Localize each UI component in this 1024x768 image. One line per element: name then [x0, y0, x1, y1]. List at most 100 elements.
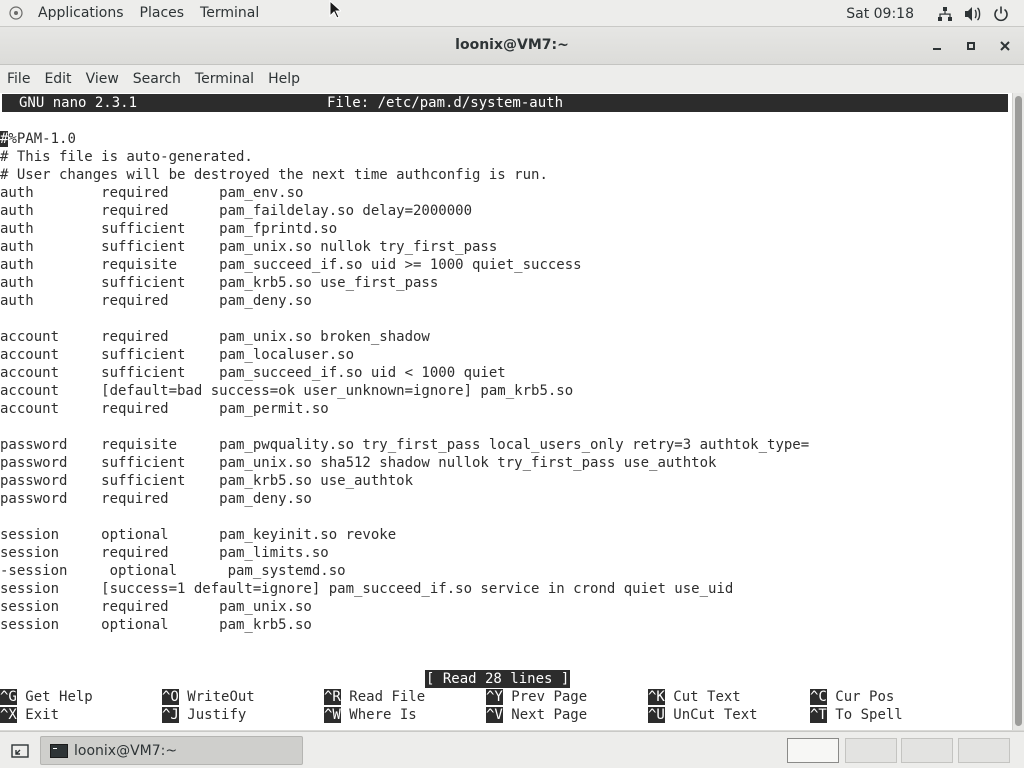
- file-line[interactable]: password sufficient pam_krb5.so use_auth…: [0, 472, 413, 490]
- shortcut-key: ^V: [486, 707, 503, 723]
- file-line[interactable]: account required pam_permit.so: [0, 400, 329, 418]
- shortcut-label: Get Help: [25, 689, 93, 705]
- workspace-3[interactable]: [901, 738, 953, 763]
- shortcut-key: ^O: [162, 689, 179, 705]
- window-titlebar[interactable]: loonix@VM7:~: [0, 27, 1024, 65]
- shortcut-key: ^Y: [486, 689, 503, 705]
- file-line[interactable]: -session optional pam_systemd.so: [0, 562, 346, 580]
- file-line[interactable]: session optional pam_krb5.so: [0, 616, 312, 634]
- file-line[interactable]: auth sufficient pam_krb5.so use_first_pa…: [0, 274, 438, 292]
- shortcut-label: WriteOut: [187, 689, 255, 705]
- shortcut-key: ^J: [162, 707, 179, 723]
- shortcut-item: ^R Read File: [324, 688, 425, 706]
- shortcut-item: ^X Exit: [0, 706, 59, 724]
- terminal-menu[interactable]: Terminal: [192, 5, 267, 21]
- file-line[interactable]: session required pam_limits.so: [0, 544, 329, 562]
- show-desktop-icon[interactable]: [6, 737, 34, 765]
- power-icon[interactable]: [992, 5, 1010, 23]
- status-message: [ Read 28 lines ]: [425, 670, 571, 688]
- menu-file[interactable]: File: [0, 71, 37, 87]
- close-button[interactable]: [994, 35, 1016, 57]
- terminal-view[interactable]: GNU nano 2.3.1 File: /etc/pam.d/system-a…: [0, 93, 1012, 730]
- file-line[interactable]: # This file is auto-generated.: [0, 148, 253, 166]
- nano-filename: File: /etc/pam.d/system-auth: [327, 95, 564, 111]
- shortcut-label: Next Page: [511, 707, 588, 723]
- workspace-1[interactable]: [787, 738, 839, 763]
- terminal-scrollbar[interactable]: [1012, 93, 1024, 730]
- nano-header: GNU nano 2.3.1 File: /etc/pam.d/system-a…: [2, 94, 1008, 112]
- nano-version: GNU nano 2.3.1: [19, 95, 138, 111]
- shortcut-key: ^X: [0, 707, 17, 723]
- mouse-pointer-icon: [329, 0, 343, 20]
- file-line[interactable]: session required pam_unix.so: [0, 598, 312, 616]
- shortcut-label: Read File: [349, 689, 426, 705]
- shortcut-item: ^V Next Page: [486, 706, 587, 724]
- shortcut-key: ^T: [810, 707, 827, 723]
- menu-search[interactable]: Search: [126, 71, 188, 87]
- window-title: loonix@VM7:~: [455, 37, 569, 53]
- shortcut-item: ^Y Prev Page: [486, 688, 587, 706]
- clock[interactable]: Sat 09:18: [846, 6, 914, 22]
- shortcut-label: To Spell: [835, 707, 903, 723]
- shortcut-key: ^U: [648, 707, 665, 723]
- shortcut-label: UnCut Text: [673, 707, 758, 723]
- menu-terminal[interactable]: Terminal: [188, 71, 261, 87]
- workspace-2[interactable]: [845, 738, 897, 763]
- shortcut-key: ^C: [810, 689, 827, 705]
- maximize-button[interactable]: [960, 35, 982, 57]
- file-line[interactable]: auth sufficient pam_fprintd.so: [0, 220, 337, 238]
- file-line[interactable]: #%PAM-1.0: [0, 130, 76, 148]
- shortcut-item: ^G Get Help: [0, 688, 93, 706]
- applications-menu[interactable]: Applications: [30, 5, 132, 21]
- shortcut-label: Cur Pos: [835, 689, 895, 705]
- shortcut-item: ^W Where Is: [324, 706, 417, 724]
- file-line[interactable]: password requisite pam_pwquality.so try_…: [0, 436, 809, 454]
- network-icon[interactable]: [936, 5, 954, 23]
- shortcut-key: ^R: [324, 689, 341, 705]
- terminal-menubar: File Edit View Search Terminal Help: [0, 65, 1024, 93]
- top-panel: Applications Places Terminal Sat 09:18: [0, 0, 1024, 27]
- gnome-foot-icon[interactable]: [8, 5, 24, 21]
- file-line[interactable]: auth required pam_env.so: [0, 184, 303, 202]
- file-line[interactable]: auth required pam_faildelay.so delay=200…: [0, 202, 472, 220]
- shortcut-item: ^K Cut Text: [648, 688, 741, 706]
- file-line[interactable]: account required pam_unix.so broken_shad…: [0, 328, 430, 346]
- taskbar-terminal-button[interactable]: loonix@VM7:~: [40, 736, 303, 765]
- file-line[interactable]: account sufficient pam_localuser.so: [0, 346, 354, 364]
- file-line[interactable]: password sufficient pam_unix.so sha512 s…: [0, 454, 716, 472]
- file-line[interactable]: auth sufficient pam_unix.so nullok try_f…: [0, 238, 497, 256]
- minimize-button[interactable]: [926, 35, 948, 57]
- file-line[interactable]: session optional pam_keyinit.so revoke: [0, 526, 396, 544]
- shortcut-item: ^C Cur Pos: [810, 688, 894, 706]
- file-line[interactable]: auth requisite pam_succeed_if.so uid >= …: [0, 256, 582, 274]
- shortcut-key: ^K: [648, 689, 665, 705]
- shortcut-key: ^G: [0, 689, 17, 705]
- file-line[interactable]: auth required pam_deny.so: [0, 292, 312, 310]
- file-line[interactable]: session [success=1 default=ignore] pam_s…: [0, 580, 733, 598]
- bottom-panel: loonix@VM7:~: [0, 731, 1024, 768]
- taskbar-terminal-label: loonix@VM7:~: [74, 742, 178, 759]
- shortcut-item: ^J Justify: [162, 706, 246, 724]
- shortcut-label: Justify: [187, 707, 247, 723]
- places-menu[interactable]: Places: [132, 5, 193, 21]
- file-line[interactable]: account [default=bad success=ok user_unk…: [0, 382, 573, 400]
- terminal-icon: [50, 743, 68, 758]
- menu-edit[interactable]: Edit: [37, 71, 78, 87]
- shortcut-label: Where Is: [349, 707, 417, 723]
- shortcut-item: ^T To Spell: [810, 706, 903, 724]
- shortcut-item: ^U UnCut Text: [648, 706, 758, 724]
- file-line-text: %PAM-1.0: [8, 131, 76, 147]
- file-line[interactable]: password required pam_deny.so: [0, 490, 312, 508]
- volume-icon[interactable]: [964, 5, 982, 23]
- shortcut-label: Cut Text: [673, 689, 741, 705]
- menu-view[interactable]: View: [79, 71, 126, 87]
- shortcut-item: ^O WriteOut: [162, 688, 255, 706]
- file-line[interactable]: # User changes will be destroyed the nex…: [0, 166, 548, 184]
- menu-help[interactable]: Help: [261, 71, 307, 87]
- shortcut-key: ^W: [324, 707, 341, 723]
- file-line[interactable]: account sufficient pam_succeed_if.so uid…: [0, 364, 506, 382]
- scrollbar-thumb[interactable]: [1015, 96, 1022, 726]
- shortcut-label: Exit: [25, 707, 60, 723]
- shortcut-label: Prev Page: [511, 689, 588, 705]
- workspace-4[interactable]: [958, 738, 1010, 763]
